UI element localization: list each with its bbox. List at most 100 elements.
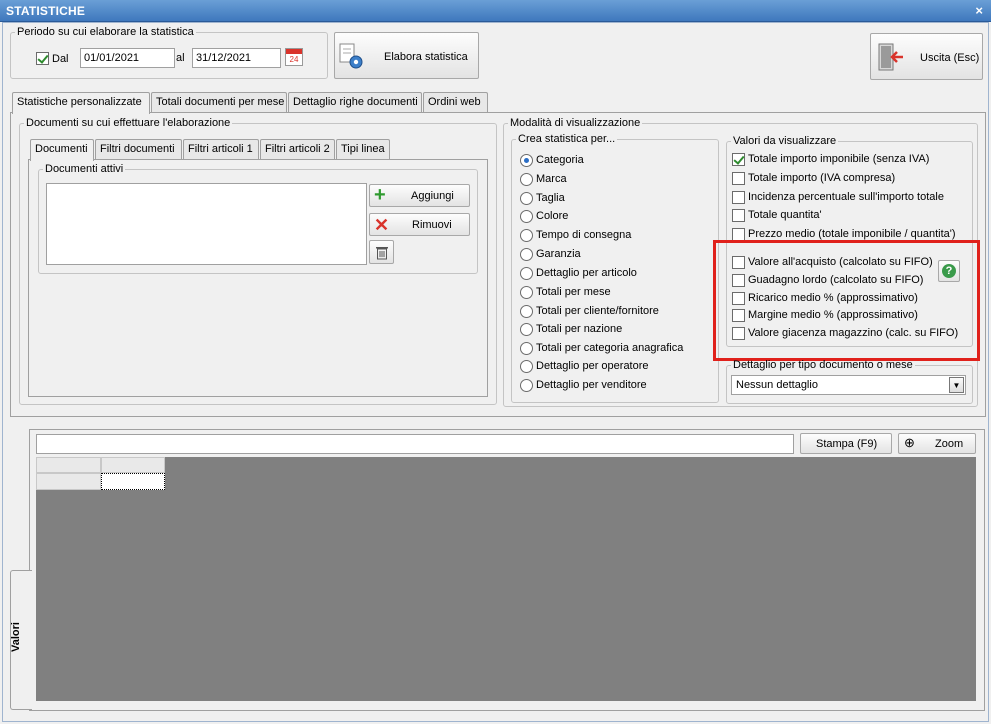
tab-dettaglio-righe-documenti[interactable]: Dettaglio righe documenti [288, 92, 422, 112]
uscita-label: Uscita (Esc) [920, 52, 980, 64]
radio-button[interactable] [520, 173, 533, 186]
tab-label: Filtri articoli 2 [265, 143, 330, 155]
title-bar: STATISTICHE × [0, 0, 991, 22]
trash-button[interactable] [369, 240, 394, 264]
date-from-input[interactable] [80, 48, 175, 68]
calendar-icon[interactable]: 24 [285, 48, 303, 66]
periodo-legend: Periodo su cui elaborare la statistica [17, 26, 194, 38]
rimuovi-button[interactable]: ✕ Rimuovi [369, 213, 470, 236]
radio-label: Tempo di consegna [536, 229, 632, 241]
grid-header-cell[interactable] [101, 457, 165, 473]
radio-button[interactable] [520, 210, 533, 223]
radio-button[interactable] [520, 305, 533, 318]
rimuovi-label: Rimuovi [412, 219, 452, 231]
dettaglio-legend: Dettaglio per tipo documento o mese [733, 359, 913, 371]
checkbox[interactable] [732, 209, 745, 222]
grid-corner-cell [36, 457, 101, 473]
valori-legend: Valori da visualizzare [733, 135, 837, 147]
radio-button[interactable] [520, 342, 533, 355]
magnifier-icon: ⊕ [904, 435, 915, 450]
tab-label: Filtri articoli 1 [188, 143, 253, 155]
chevron-down-icon[interactable]: ▼ [949, 377, 964, 393]
results-search-input[interactable] [36, 434, 794, 454]
tab-tipi-linea[interactable]: Tipi linea [336, 139, 390, 159]
radio-label: Colore [536, 210, 569, 222]
radio-button[interactable] [520, 323, 533, 336]
radio-label: Garanzia [536, 248, 581, 260]
radio-button[interactable] [520, 267, 533, 280]
tab-documenti[interactable]: Documenti [30, 139, 94, 161]
checkbox-label: Prezzo medio (totale imponibile / quanti… [748, 228, 956, 240]
stampa-button[interactable]: Stampa (F9) [800, 433, 892, 454]
zoom-button[interactable]: ⊕ Zoom [898, 433, 976, 454]
stampa-label: Stampa (F9) [816, 438, 878, 450]
checkbox[interactable] [732, 191, 745, 204]
window-title: STATISTICHE [6, 4, 86, 18]
checkbox-label: Totale importo (IVA compresa) [748, 172, 896, 184]
documenti-attivi-legend: Documenti attivi [45, 163, 124, 175]
tab-totali-documenti-per-mese[interactable]: Totali documenti per mese [151, 92, 287, 112]
tab-filtri-documenti[interactable]: Filtri documenti [95, 139, 182, 159]
radio-button[interactable] [520, 229, 533, 242]
dal-label: Dal [52, 53, 69, 65]
radio-button[interactable] [520, 379, 533, 392]
plus-icon: + [374, 184, 386, 206]
tab-ordini-web[interactable]: Ordini web [423, 92, 488, 112]
radio-button[interactable] [520, 248, 533, 261]
checkbox[interactable] [732, 172, 745, 185]
checkbox-label: Totale importo imponibile (senza IVA) [748, 153, 930, 165]
documenti-attivi-list[interactable] [46, 183, 367, 265]
close-icon[interactable]: × [975, 3, 983, 18]
radio-button[interactable] [520, 154, 533, 167]
tab-label: Documenti [35, 143, 88, 155]
zoom-label: Zoom [935, 438, 964, 450]
elabora-statistica-button[interactable]: Elabora statistica [334, 32, 479, 79]
tab-label: Filtri documenti [100, 143, 175, 155]
radio-label: Taglia [536, 192, 565, 204]
checkbox-label: Incidenza percentuale sull'importo total… [748, 191, 944, 203]
radio-label: Marca [536, 173, 567, 185]
tab-label: Totali documenti per mese [156, 96, 285, 108]
aggiungi-label: Aggiungi [411, 190, 454, 202]
uscita-button[interactable]: Uscita (Esc) [870, 33, 983, 80]
tab-label: Dettaglio righe documenti [293, 96, 418, 108]
checkbox-label: Totale quantita' [748, 209, 822, 221]
exit-door-icon [878, 43, 903, 71]
side-tab-valori[interactable]: Valori [10, 570, 32, 710]
trash-icon [376, 247, 388, 260]
modalita-legend: Modalità di visualizzazione [510, 117, 641, 129]
radio-label: Dettaglio per operatore [536, 360, 649, 372]
radio-label: Totali per cliente/fornitore [536, 305, 659, 317]
highlight-annotation [713, 240, 980, 361]
al-label: al [176, 52, 185, 64]
dettaglio-select[interactable]: Nessun dettaglio ▼ [731, 375, 966, 395]
radio-label: Totali per nazione [536, 323, 623, 335]
documenti-legend: Documenti su cui effettuare l'elaborazio… [26, 117, 231, 129]
results-grid[interactable] [36, 457, 976, 701]
grid-row-header[interactable] [36, 473, 101, 490]
radio-button[interactable] [520, 360, 533, 373]
tab-label: Ordini web [428, 96, 481, 108]
radio-label: Categoria [536, 154, 584, 166]
dettaglio-value: Nessun dettaglio [736, 379, 818, 391]
checkbox[interactable] [732, 153, 745, 166]
gear-document-icon [339, 43, 363, 69]
grid-cell-selected[interactable] [101, 473, 165, 490]
radio-label: Dettaglio per venditore [536, 379, 647, 391]
tab-label: Statistiche personalizzate [17, 96, 142, 108]
tab-filtri-articoli-1[interactable]: Filtri articoli 1 [183, 139, 259, 159]
tab-statistiche-personalizzate[interactable]: Statistiche personalizzate [12, 92, 150, 114]
aggiungi-button[interactable]: + Aggiungi [369, 184, 470, 207]
radio-button[interactable] [520, 286, 533, 299]
radio-label: Totali per mese [536, 286, 611, 298]
radio-label: Dettaglio per articolo [536, 267, 637, 279]
crea-legend: Crea statistica per... [518, 133, 616, 145]
tab-filtri-articoli-2[interactable]: Filtri articoli 2 [260, 139, 335, 159]
radio-button[interactable] [520, 192, 533, 205]
radio-label: Totali per categoria anagrafica [536, 342, 684, 354]
calendar-day: 24 [289, 55, 299, 64]
tab-label: Tipi linea [341, 143, 385, 155]
dal-checkbox[interactable] [36, 52, 49, 65]
elabora-label: Elabora statistica [384, 51, 468, 63]
date-to-input[interactable] [192, 48, 281, 68]
